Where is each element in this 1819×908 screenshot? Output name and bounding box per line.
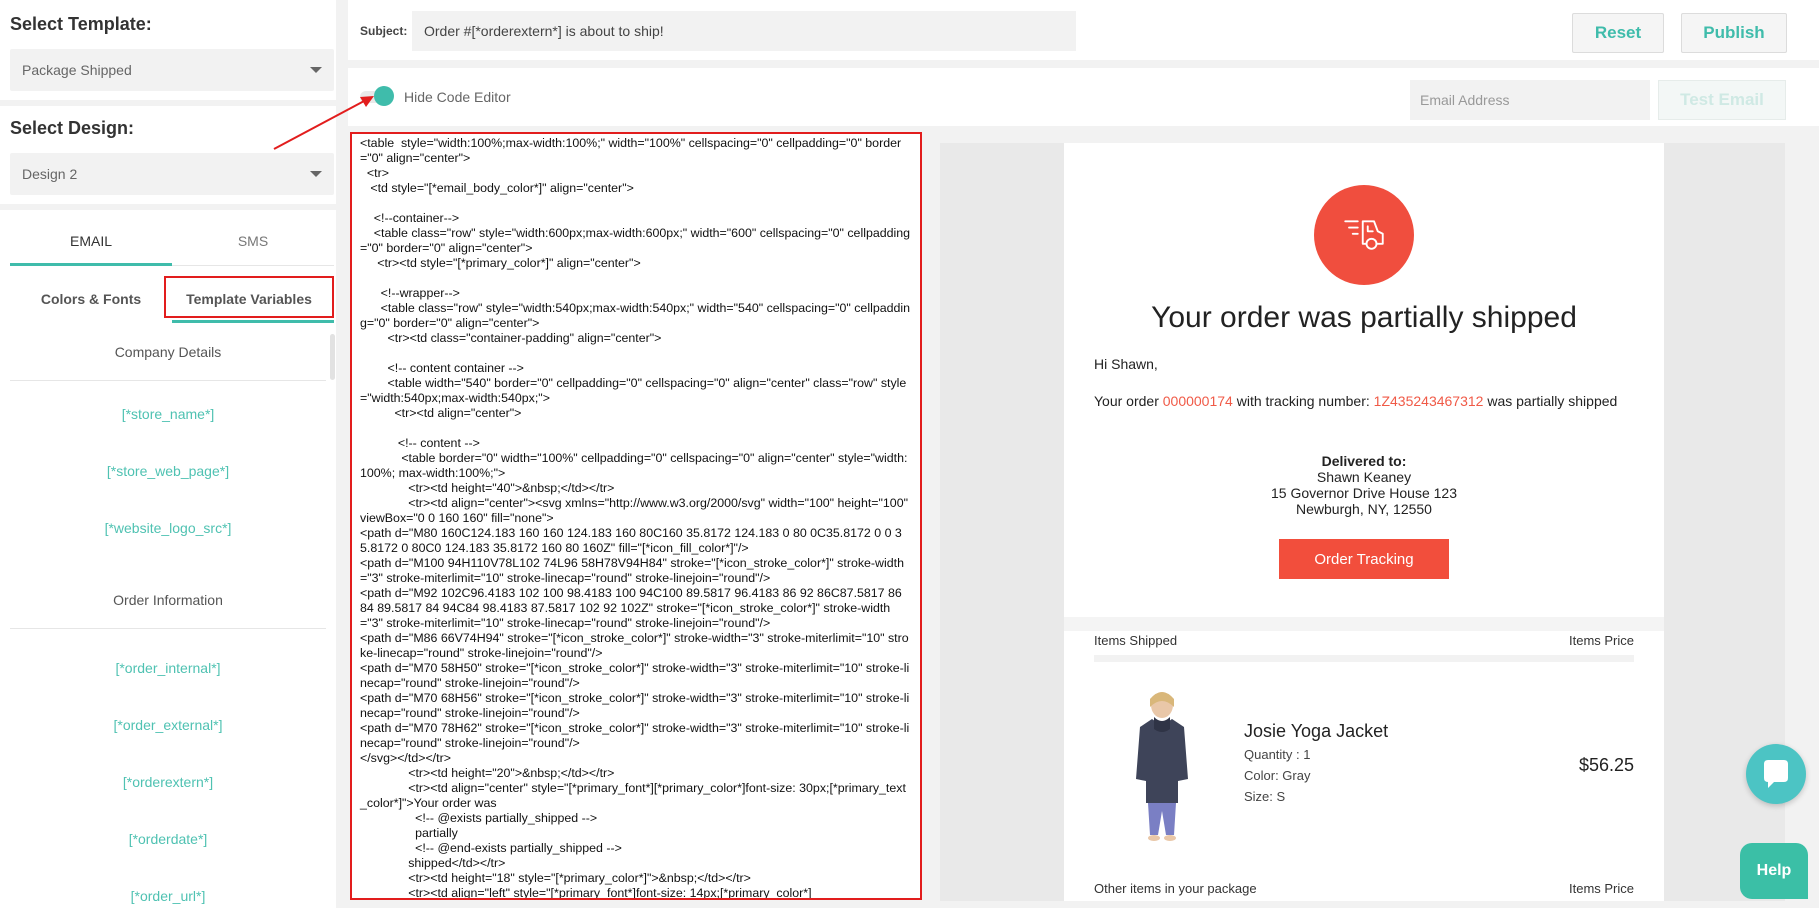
product-color: Color: Gray xyxy=(1244,768,1311,783)
delivered-label: Delivered to: xyxy=(1321,453,1407,469)
section-company-details: Company Details xyxy=(114,344,222,360)
subject-value: Order #[*orderextern*] is about to ship! xyxy=(424,23,664,39)
email-address-input[interactable]: Email Address xyxy=(1410,80,1650,120)
template-select[interactable]: Package Shipped xyxy=(10,49,334,91)
other-items-price-label: Items Price xyxy=(1568,881,1634,896)
email-greeting: Hi Shawn, xyxy=(1094,356,1158,372)
shipping-truck-icon xyxy=(1314,185,1414,285)
tab-sms[interactable]: SMS xyxy=(172,218,334,266)
order-line-mid: with tracking number: xyxy=(1236,393,1370,409)
divider xyxy=(1064,617,1664,631)
product-size: Size: S xyxy=(1244,789,1286,804)
email-placeholder: Email Address xyxy=(1420,92,1510,108)
email-header-section: Your order was partially shipped Hi Shaw… xyxy=(1064,143,1664,617)
divider xyxy=(1094,655,1634,662)
active-tab-indicator xyxy=(172,320,334,323)
email-preview: Your order was partially shipped Hi Shaw… xyxy=(940,143,1785,901)
section-order-information: Order Information xyxy=(113,592,223,608)
toggle-label: Hide Code Editor xyxy=(404,89,511,105)
settings-tabs: Colors & Fonts Template Variables xyxy=(10,276,334,324)
tab-colors-fonts[interactable]: Colors & Fonts xyxy=(10,276,172,322)
order-line-prefix: Your order xyxy=(1094,393,1159,409)
divider xyxy=(10,380,326,381)
chat-button[interactable] xyxy=(1746,744,1806,804)
channel-tabs: EMAIL SMS xyxy=(10,218,334,266)
other-items-label: Other items in your package xyxy=(1094,881,1257,896)
delivered-city: Newburgh, NY, 12550 xyxy=(1296,501,1432,517)
product-price: $56.25 xyxy=(1578,755,1634,775)
product-quantity: Quantity : 1 xyxy=(1244,747,1311,762)
variables-list[interactable]: Company Details [*store_name*] [*store_w… xyxy=(10,334,334,908)
design-select-value: Design 2 xyxy=(22,166,78,182)
subject-input[interactable]: Order #[*orderextern*] is about to ship! xyxy=(412,11,1076,51)
template-select-value: Package Shipped xyxy=(22,62,132,78)
help-button[interactable]: Help xyxy=(1740,843,1808,899)
select-design-title: Select Design: xyxy=(10,118,135,138)
subject-bar: Subject: Order #[*orderextern*] is about… xyxy=(348,0,1819,60)
subject-label: Subject: xyxy=(360,24,408,38)
delivery-address: Delivered to: Shawn Keaney 15 Governor D… xyxy=(1064,453,1664,517)
email-body: Your order was partially shipped Hi Shaw… xyxy=(1064,143,1664,901)
reset-button[interactable]: Reset xyxy=(1572,13,1664,53)
product-image xyxy=(1136,692,1188,841)
items-shipped-label: Items Shipped xyxy=(1094,633,1178,648)
delivered-street: 15 Governor Drive House 123 xyxy=(1271,485,1457,501)
items-price-label: Items Price xyxy=(1568,633,1634,648)
variable-order-external[interactable]: [*order_external*] xyxy=(10,717,326,733)
tab-template-variables[interactable]: Template Variables xyxy=(164,276,334,318)
code-editor[interactable]: <table style="width:100%;max-width:100%;… xyxy=(350,132,922,900)
test-email-button[interactable]: Test Email xyxy=(1658,80,1786,120)
chevron-down-icon xyxy=(310,67,322,73)
code-content[interactable]: <table style="width:100%;max-width:100%;… xyxy=(360,136,912,898)
publish-button[interactable]: Publish xyxy=(1681,13,1787,53)
order-line-suffix: was partially shipped xyxy=(1487,393,1618,409)
variable-orderextern[interactable]: [*orderextern*] xyxy=(10,774,326,790)
variable-store-web-page[interactable]: [*store_web_page*] xyxy=(10,463,326,479)
order-number-link[interactable]: 000000174 xyxy=(1163,393,1233,409)
chevron-down-icon xyxy=(310,171,322,177)
product-name: Josie Yoga Jacket xyxy=(1244,721,1389,741)
variable-order-url[interactable]: [*order_url*] xyxy=(10,888,326,904)
divider xyxy=(10,628,326,629)
select-template-title: Select Template: xyxy=(10,14,152,34)
variable-website-logo-src[interactable]: [*website_logo_src*] xyxy=(10,520,326,536)
chat-bubble-icon xyxy=(1764,760,1788,788)
items-shipped-header: Items Shipped Items Price xyxy=(1094,633,1634,648)
editor-toolbar: Hide Code Editor Email Address Test Emai… xyxy=(348,68,1819,126)
tracking-number-link[interactable]: 1Z435243467312 xyxy=(1374,393,1484,409)
divider xyxy=(0,204,336,210)
variable-store-name[interactable]: [*store_name*] xyxy=(10,406,326,422)
sidebar-scrollbar[interactable] xyxy=(330,334,335,380)
variable-order-internal[interactable]: [*order_internal*] xyxy=(10,660,326,676)
tab-email[interactable]: EMAIL xyxy=(10,218,172,266)
order-tracking-button[interactable]: Order Tracking xyxy=(1279,539,1449,579)
variable-orderdate[interactable]: [*orderdate*] xyxy=(10,831,326,847)
email-order-line: Your order 000000174 with tracking numbe… xyxy=(1094,393,1617,409)
design-select[interactable]: Design 2 xyxy=(10,153,334,195)
delivered-name: Shawn Keaney xyxy=(1316,469,1412,485)
other-items-header: Other items in your package Items Price xyxy=(1094,881,1634,896)
email-headline: Your order was partially shipped xyxy=(1151,301,1577,334)
